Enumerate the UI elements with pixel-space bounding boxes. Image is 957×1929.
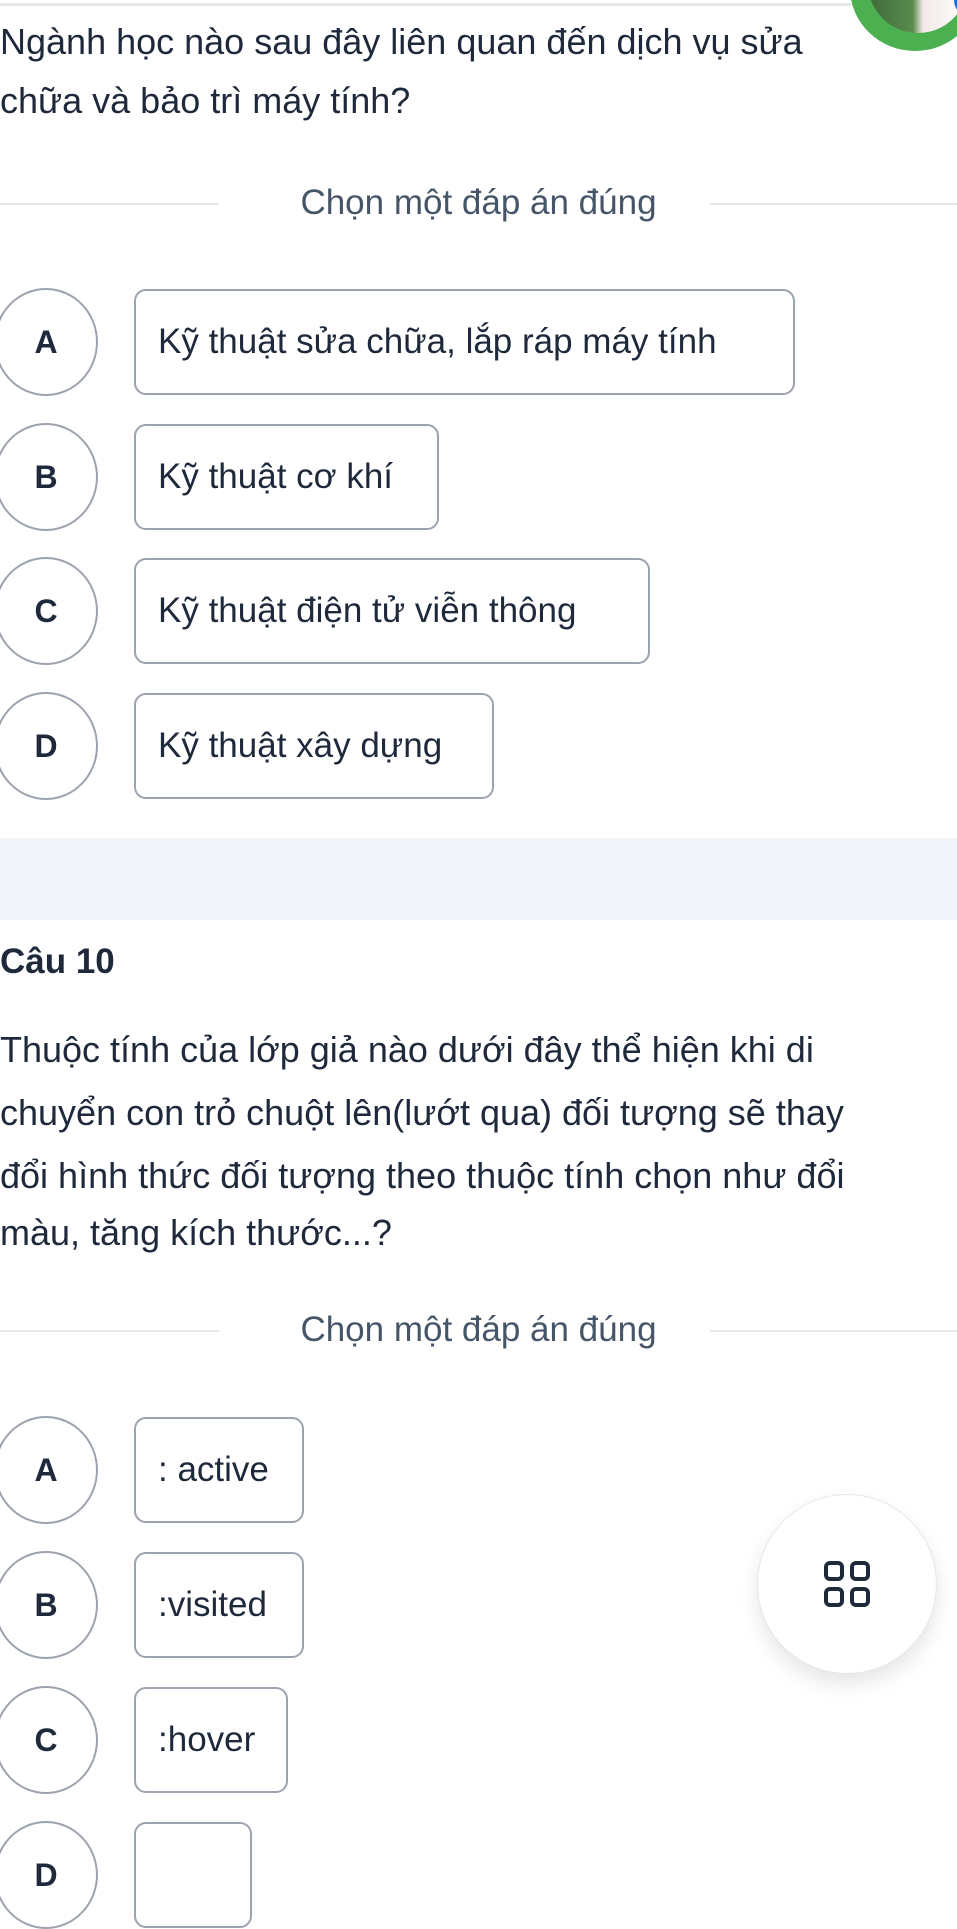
instruction-divider: Chọn một đáp án đúng <box>0 183 957 223</box>
question-text-line: đổi hình thức đối tượng theo thuộc tính … <box>0 1155 845 1196</box>
question-text-line: màu, tăng kích thước...? <box>0 1212 392 1253</box>
option-a-letter[interactable]: A <box>0 1416 98 1524</box>
question-10-text: Thuộc tính của lớp giả nào dưới đây thể … <box>0 1018 900 1259</box>
option-b[interactable]: :visited <box>134 1552 304 1658</box>
question-number: Câu 10 <box>0 942 115 981</box>
instruction-label: Chọn một đáp án đúng <box>300 1310 657 1349</box>
grid-icon <box>824 1561 870 1607</box>
option-a[interactable]: Kỹ thuật sửa chữa, lắp ráp máy tính <box>134 289 795 395</box>
instruction-label: Chọn một đáp án đúng <box>300 183 657 222</box>
option-c-letter[interactable]: C <box>0 557 98 665</box>
option-d[interactable] <box>134 1822 252 1928</box>
option-d[interactable]: Kỹ thuật xây dựng <box>134 693 494 799</box>
question-text-line: chữa và bảo trì máy tính? <box>0 80 411 121</box>
question-text-line: chuyển con trỏ chuột lên(lướt qua) đối t… <box>0 1092 844 1133</box>
option-b-letter[interactable]: B <box>0 1551 98 1659</box>
question-separator <box>0 838 957 920</box>
option-c[interactable]: :hover <box>134 1687 288 1793</box>
option-a[interactable]: : active <box>134 1417 304 1523</box>
option-a-letter[interactable]: A <box>0 288 98 396</box>
question-grid-button[interactable] <box>757 1494 937 1674</box>
option-b-letter[interactable]: B <box>0 423 98 531</box>
option-b[interactable]: Kỹ thuật cơ khí <box>134 424 439 530</box>
question-9-text: Ngành học nào sau đây liên quan đến dịch… <box>0 12 900 130</box>
option-d-letter[interactable]: D <box>0 1821 98 1929</box>
question-text-line: Thuộc tính của lớp giả nào dưới đây thể … <box>0 1029 814 1070</box>
option-c[interactable]: Kỹ thuật điện tử viễn thông <box>134 558 650 664</box>
question-text-line: Ngành học nào sau đây liên quan đến dịch… <box>0 21 803 62</box>
instruction-divider: Chọn một đáp án đúng <box>0 1310 957 1350</box>
option-d-letter[interactable]: D <box>0 692 98 800</box>
option-c-letter[interactable]: C <box>0 1686 98 1794</box>
top-divider <box>0 3 900 6</box>
